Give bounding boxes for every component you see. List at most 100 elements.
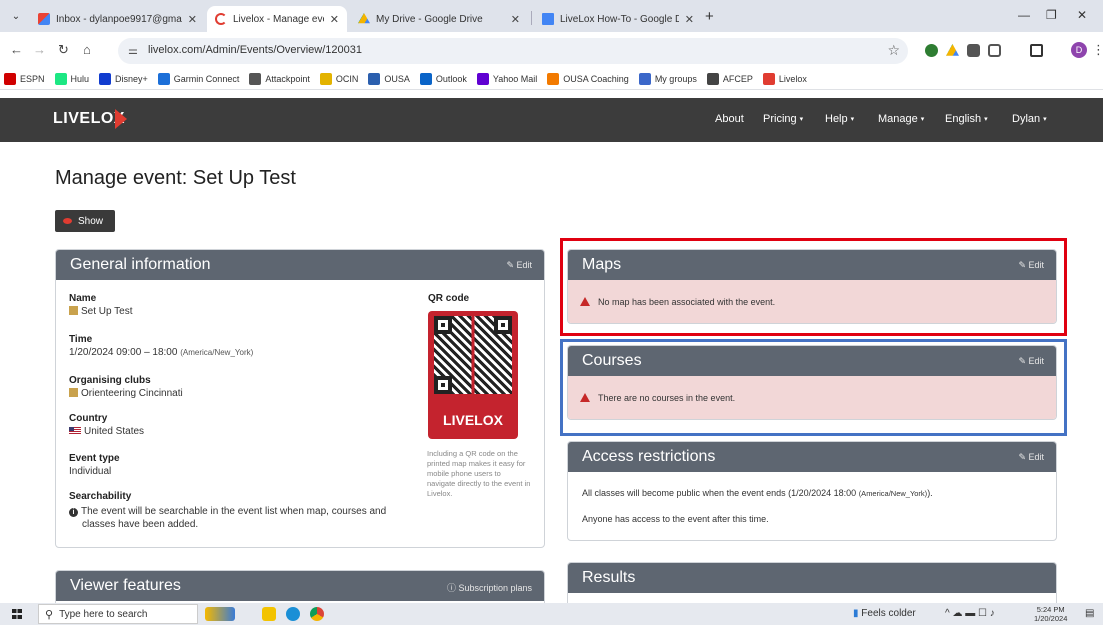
weather-icon: ▮ <box>853 608 859 619</box>
profile-avatar[interactable]: D <box>1071 42 1087 58</box>
qr-code-image[interactable]: LIVELOX <box>428 311 518 439</box>
notifications-icon[interactable]: ▤ <box>1085 608 1094 619</box>
nav-manage[interactable]: Manage ▾ <box>878 113 924 125</box>
access-line-1: All classes will become public when the … <box>582 488 933 498</box>
edit-label: Edit <box>516 260 532 270</box>
site-info-icon[interactable]: ⚌ <box>128 44 138 57</box>
bookmark-label: Hulu <box>70 73 90 84</box>
reload-icon[interactable]: ↻ <box>58 42 69 58</box>
forward-icon[interactable]: → <box>33 42 46 57</box>
bookmark-label: AFCEP <box>722 73 753 84</box>
tab-google-drive[interactable]: My Drive - Google Drive ✕ <box>350 6 528 32</box>
clubs-label: Organising clubs <box>69 375 151 386</box>
bookmark-item[interactable]: OCIN <box>319 72 359 85</box>
club-icon <box>69 388 78 397</box>
system-tray-icons[interactable]: ^ ☁ ▬ ☐ ♪ <box>945 608 995 619</box>
close-icon[interactable]: ✕ <box>330 13 339 26</box>
bookmark-label: Yahoo Mail <box>492 73 538 84</box>
bookmark-item[interactable]: Yahoo Mail <box>476 72 538 85</box>
nav-about[interactable]: About <box>715 113 744 125</box>
nav-help[interactable]: Help ▾ <box>825 113 854 125</box>
bookmark-star-icon[interactable]: ☆ <box>887 42 900 59</box>
gmail-icon <box>38 13 50 25</box>
file-explorer-icon[interactable] <box>262 607 276 621</box>
nav-pricing[interactable]: Pricing ▾ <box>763 113 803 125</box>
edit-icon: ✎ <box>506 260 517 270</box>
new-tab-button[interactable]: + <box>705 8 714 25</box>
close-icon[interactable]: ✕ <box>188 13 197 26</box>
bookmark-item[interactable]: Outlook <box>419 72 467 85</box>
bookmark-label: ESPN <box>20 73 45 84</box>
bookmark-item[interactable]: OUSA Coaching <box>547 72 629 85</box>
access-line-1-text: All classes will become public when the … <box>582 488 857 498</box>
show-button-label: Show <box>78 215 104 227</box>
nav-user[interactable]: Dylan ▾ <box>1012 113 1047 125</box>
back-icon[interactable]: ← <box>10 42 23 57</box>
taskbar-clock[interactable]: 5:24 PM 1/20/2024 <box>1034 605 1067 623</box>
bookmark-item[interactable]: Hulu <box>54 72 90 85</box>
browser-menu-icon[interactable]: ⋮ <box>1092 42 1103 58</box>
bookmark-label: OUSA <box>384 73 410 84</box>
bookmark-item[interactable]: AFCEP <box>706 72 753 85</box>
restore-icon[interactable]: ❐ <box>1046 8 1057 22</box>
subscription-plans-label: Subscription plans <box>458 583 532 593</box>
searchability-value: i The event will be searchable in the eve… <box>69 506 386 517</box>
qr-pattern <box>434 316 512 394</box>
panel-header: General information ✎ Edit <box>56 250 544 280</box>
name-value: Set Up Test <box>69 306 133 317</box>
weather-widget[interactable]: ▮ Feels colder <box>853 608 916 619</box>
extension-drive-icon[interactable] <box>946 44 959 56</box>
url-text[interactable]: livelox.com/Admin/Events/Overview/120031 <box>148 44 362 56</box>
address-bar[interactable]: ⚌ livelox.com/Admin/Events/Overview/1200… <box>118 38 908 64</box>
nav-label: Help <box>825 113 848 125</box>
caret-down-icon: ▾ <box>850 116 855 124</box>
subscription-plans-link[interactable]: ⓘ Subscription plans <box>447 581 532 594</box>
bookmark-item[interactable]: My groups <box>638 72 697 85</box>
tab-separator <box>531 11 532 25</box>
windows-start-icon[interactable] <box>12 609 22 619</box>
extension-icon[interactable] <box>967 44 980 57</box>
bookmark-favicon-icon <box>54 72 67 85</box>
time-label: Time <box>69 334 93 345</box>
close-icon[interactable]: ✕ <box>511 13 520 26</box>
tab-gmail[interactable]: Inbox - dylanpoe9917@gmail.c ✕ <box>30 6 205 32</box>
tab-google-docs[interactable]: LiveLox How-To - Google Docs ✕ <box>534 6 702 32</box>
bookmark-favicon-icon <box>368 72 381 85</box>
bookmark-label: OCIN <box>335 73 359 84</box>
google-drive-icon <box>358 13 370 24</box>
bookmark-item[interactable]: Livelox <box>762 72 807 85</box>
edge-icon[interactable] <box>286 607 300 621</box>
bookmark-item[interactable]: ESPN <box>4 72 45 85</box>
highlight-box-blue <box>560 339 1067 436</box>
tab-livelox[interactable]: Livelox - Manage event: Set Up ✕ <box>207 6 347 32</box>
extension-check-icon[interactable] <box>925 44 938 57</box>
name-text: Set Up Test <box>81 306 133 317</box>
bookmark-favicon-icon <box>547 72 560 85</box>
tab-label: LiveLox How-To - Google Docs <box>560 13 679 25</box>
show-button[interactable]: Show <box>55 210 115 232</box>
taskbar-widget-icon[interactable] <box>205 607 235 621</box>
nav-label: English <box>945 113 982 125</box>
page-title: Manage event: Set Up Test <box>55 167 296 189</box>
edit-general-button[interactable]: ✎ Edit <box>506 260 532 271</box>
tab-search-icon[interactable]: ⌄ <box>8 9 24 25</box>
bookmark-label: Attackpoint <box>265 73 310 84</box>
bookmark-item[interactable]: OUSA <box>368 72 410 85</box>
side-panel-icon[interactable] <box>1030 44 1043 57</box>
chrome-icon[interactable] <box>310 607 324 621</box>
taskbar-search[interactable]: ⚲ Type here to search <box>38 604 198 624</box>
home-icon[interactable]: ⌂ <box>83 42 91 57</box>
bookmark-item[interactable]: Garmin Connect <box>157 72 239 85</box>
bookmark-item[interactable]: Attackpoint <box>249 72 310 85</box>
close-icon[interactable]: ✕ <box>685 13 694 26</box>
access-line-2: Anyone has access to the event after thi… <box>582 514 769 524</box>
panel-title: General information <box>70 256 211 273</box>
bookmark-item[interactable]: Disney+ <box>99 72 148 85</box>
nav-language[interactable]: English ▾ <box>945 113 988 125</box>
window-close-icon[interactable]: ✕ <box>1077 8 1087 22</box>
edit-access-button[interactable]: ✎ Edit <box>1018 452 1044 463</box>
extensions-puzzle-icon[interactable] <box>988 44 1001 57</box>
livelox-logo-mark <box>115 109 127 129</box>
clock-date: 1/20/2024 <box>1034 614 1068 623</box>
minimize-icon[interactable]: — <box>1018 8 1030 22</box>
